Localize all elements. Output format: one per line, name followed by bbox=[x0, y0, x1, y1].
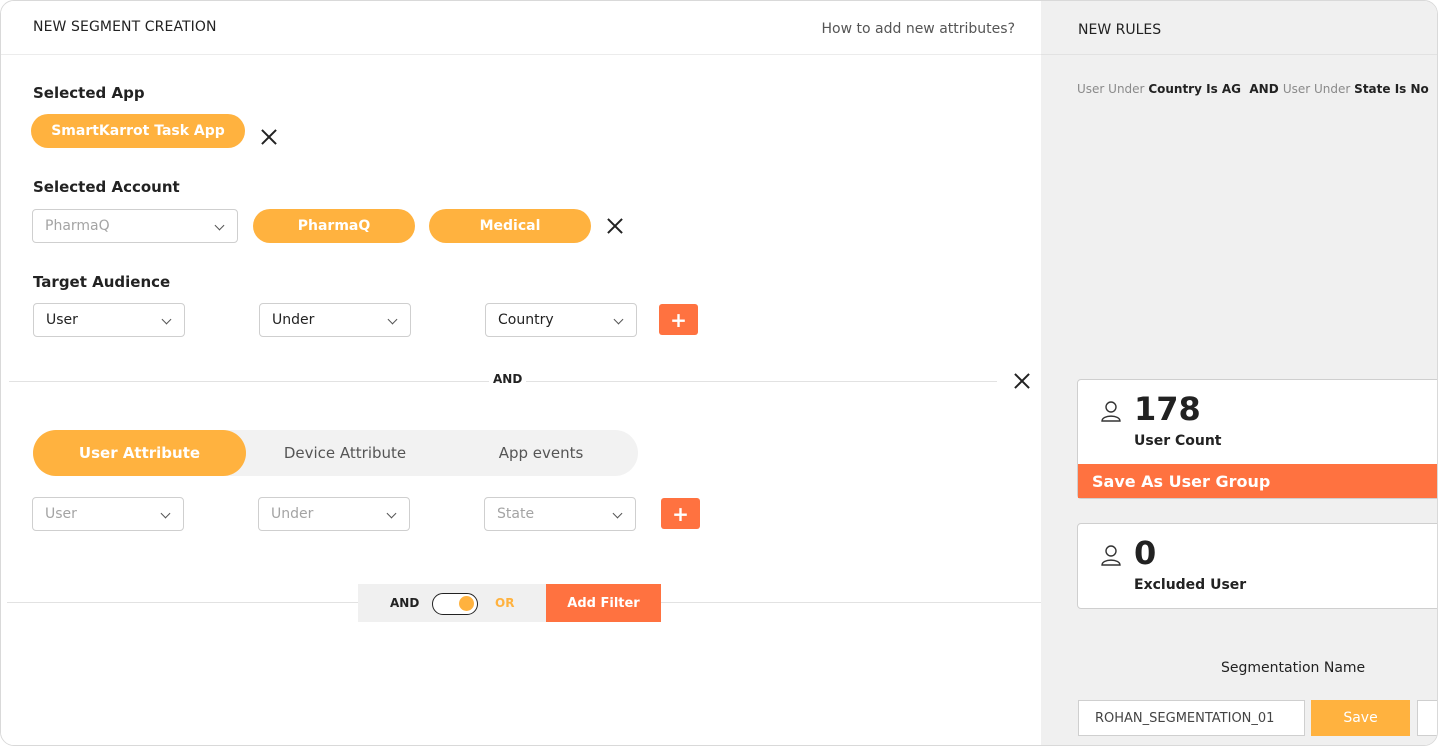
audience-attribute-select[interactable]: Country bbox=[485, 303, 637, 337]
chevron-down-icon bbox=[612, 508, 623, 519]
chevron-down-icon bbox=[613, 314, 624, 325]
rules-summary: User Under Country Is AG AND User Under … bbox=[1077, 82, 1429, 96]
remove-app-close-icon[interactable] bbox=[259, 127, 279, 147]
filter-attribute-select[interactable]: State bbox=[484, 497, 636, 531]
add-filter-condition-plus-icon[interactable]: + bbox=[661, 498, 700, 529]
audience-operator-value: Under bbox=[272, 312, 315, 328]
segment-creation-panel: NEW SEGMENT CREATION How to add new attr… bbox=[1, 1, 1041, 745]
user-icon bbox=[1101, 545, 1121, 566]
remove-group-close-icon[interactable] bbox=[1012, 371, 1032, 391]
segmentation-name-input[interactable]: ROHAN_SEGMENTATION_01 bbox=[1078, 700, 1305, 736]
filter-attribute-placeholder: State bbox=[497, 506, 535, 522]
chevron-down-icon bbox=[386, 508, 397, 519]
chevron-down-icon bbox=[214, 220, 225, 231]
account-tag-medical[interactable]: Medical bbox=[429, 209, 591, 243]
rule-prefix-1: User Under bbox=[1077, 82, 1149, 96]
rule-condition-1: Country Is AG bbox=[1148, 82, 1242, 96]
audience-attribute-value: Country bbox=[498, 312, 554, 328]
rule-condition-2: State Is No bbox=[1354, 82, 1429, 96]
tab-user-attribute[interactable]: User Attribute bbox=[33, 430, 246, 476]
excluded-user-label: Excluded User bbox=[1134, 577, 1247, 593]
and-or-toggle-area: AND OR bbox=[358, 584, 546, 622]
add-condition-plus-icon[interactable]: + bbox=[659, 304, 698, 335]
filter-operator-select[interactable]: Under bbox=[258, 497, 410, 531]
save-segmentation-button[interactable]: Save bbox=[1311, 700, 1410, 736]
rules-panel: NEW RULES User Under Country Is AG AND U… bbox=[1041, 1, 1437, 745]
audience-operator-select[interactable]: Under bbox=[259, 303, 411, 337]
tab-app-events[interactable]: App events bbox=[444, 430, 638, 476]
account-select[interactable]: PharmaQ bbox=[32, 209, 238, 243]
segmentation-extra-button[interactable] bbox=[1417, 700, 1437, 736]
toggle-knob bbox=[459, 596, 474, 611]
rules-title: NEW RULES bbox=[1078, 22, 1162, 38]
user-count-label: User Count bbox=[1134, 433, 1222, 449]
rules-header: NEW RULES bbox=[1041, 1, 1437, 55]
page-title: NEW SEGMENT CREATION bbox=[33, 19, 217, 35]
selected-app-tag[interactable]: SmartKarrot Task App bbox=[31, 114, 245, 148]
app-frame: NEW SEGMENT CREATION How to add new attr… bbox=[0, 0, 1438, 746]
filter-operator-placeholder: Under bbox=[271, 506, 314, 522]
chevron-down-icon bbox=[387, 314, 398, 325]
attribute-tabs: User Attribute Device Attribute App even… bbox=[33, 430, 638, 476]
filter-entity-select[interactable]: User bbox=[32, 497, 184, 531]
excluded-user-value: 0 bbox=[1134, 534, 1157, 572]
selected-account-label: Selected Account bbox=[33, 178, 180, 196]
toggle-or-label: OR bbox=[495, 596, 515, 610]
user-count-card: 178 User Count Save As User Group bbox=[1077, 379, 1437, 499]
target-audience-label: Target Audience bbox=[33, 273, 171, 291]
account-tag-pharmaq[interactable]: PharmaQ bbox=[253, 209, 415, 243]
audience-entity-value: User bbox=[46, 312, 78, 328]
rule-prefix-2: User Under bbox=[1282, 82, 1355, 96]
add-filter-button[interactable]: Add Filter bbox=[546, 584, 661, 622]
tab-device-attribute[interactable]: Device Attribute bbox=[246, 430, 444, 476]
segmentation-name-label: Segmentation Name bbox=[1221, 660, 1366, 676]
save-as-user-group-button[interactable]: Save As User Group bbox=[1078, 464, 1437, 498]
rule-conjunction: AND bbox=[1241, 82, 1283, 96]
remove-account-close-icon[interactable] bbox=[605, 216, 625, 236]
chevron-down-icon bbox=[160, 508, 171, 519]
selected-app-label: Selected App bbox=[33, 84, 145, 102]
filter-entity-placeholder: User bbox=[45, 506, 77, 522]
and-or-toggle[interactable] bbox=[432, 593, 478, 615]
toggle-and-label: AND bbox=[390, 596, 420, 610]
excluded-user-card: 0 Excluded User bbox=[1077, 523, 1437, 609]
add-attributes-help-link[interactable]: How to add new attributes? bbox=[822, 21, 1015, 37]
user-count-value: 178 bbox=[1134, 390, 1201, 428]
chevron-down-icon bbox=[161, 314, 172, 325]
audience-entity-select[interactable]: User bbox=[33, 303, 185, 337]
user-icon bbox=[1101, 401, 1121, 422]
account-select-value: PharmaQ bbox=[45, 218, 110, 234]
and-divider-label: AND bbox=[489, 372, 527, 386]
segment-creation-header: NEW SEGMENT CREATION How to add new attr… bbox=[1, 1, 1041, 55]
